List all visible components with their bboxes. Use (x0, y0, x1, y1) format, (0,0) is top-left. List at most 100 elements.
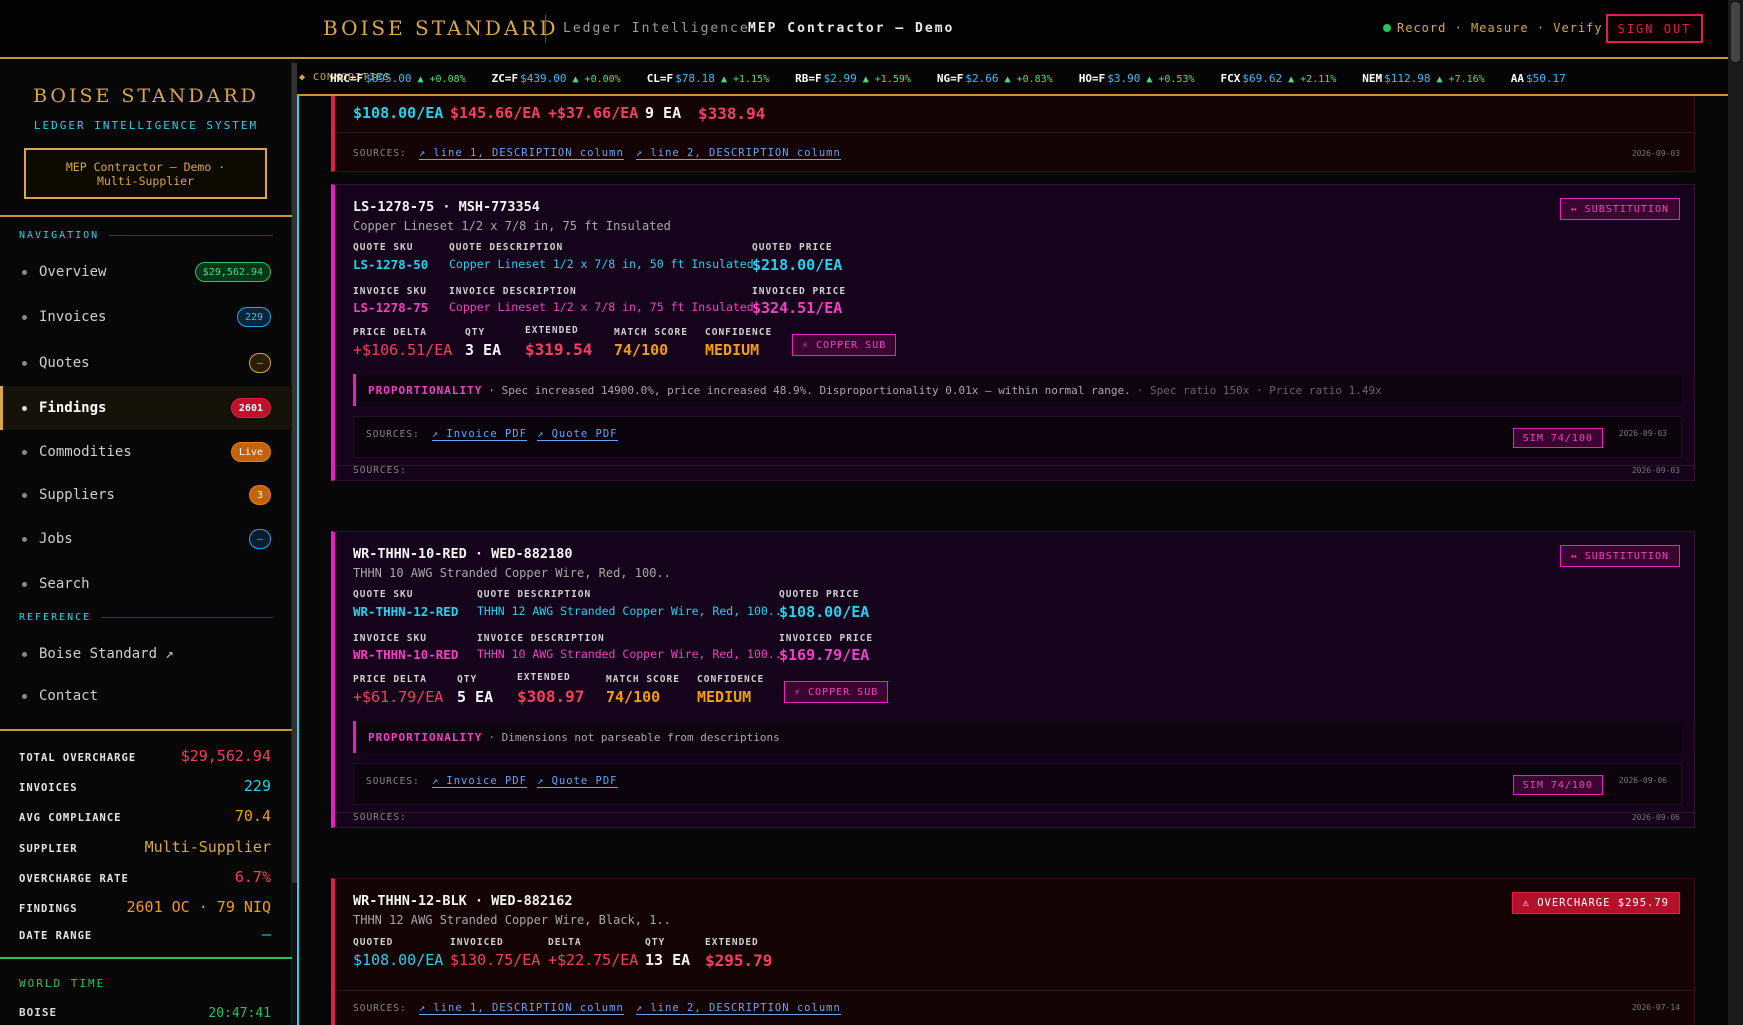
sidebar-item-commodities[interactable]: Commodities Live (0, 432, 292, 472)
quote-pdf-link[interactable]: ↗ Quote PDF (536, 428, 618, 441)
finding-date: 2026-09-06 (1631, 813, 1680, 822)
bullet-icon (22, 693, 27, 699)
proportionality-meta: · Spec ratio 150x · Price ratio 1.49x (1136, 383, 1382, 397)
invoice-pdf-link[interactable]: ↗ Invoice PDF (431, 428, 527, 441)
world-time-row: BOISE 20:47:41 (19, 1006, 271, 1021)
finding-date: 2026-07-14 (1631, 1003, 1680, 1012)
ticker-items: HRC=F $895.00 ▲ +0.08% ZC=F $439.00 ▲ +0.00% C… (330, 72, 1598, 85)
finding-card-overcharge[interactable]: $108.00/EA $145.66/EA +$37.66/EA 9 EA $3… (331, 96, 1695, 172)
quote-sku: WR-THHN-12-RED (353, 604, 459, 619)
invoice-pdf-link[interactable]: ↗ Invoice PDF (431, 775, 527, 788)
card-divider (335, 465, 1694, 466)
client-selector-line1: MEP Contractor — Demo · (65, 160, 226, 174)
finding-card-substitution[interactable]: LS-1278-75 · MSH-773354 Copper Lineset 1… (331, 184, 1695, 481)
sidebar-item-label: Contact (39, 688, 99, 704)
invoice-sku: LS-1278-75 (353, 300, 429, 315)
bullet-icon (22, 651, 27, 657)
top-bar: BOISE STANDARD Ledger Intelligence MEP C… (0, 0, 1728, 59)
ticker-symbol: CL=F (646, 72, 674, 85)
brand-logo[interactable]: BOISE STANDARD (323, 16, 559, 40)
sources-row: SOURCES: (353, 812, 407, 823)
bullet-icon (22, 449, 27, 455)
bullet-icon (22, 405, 27, 411)
ticker-symbol: NEM (1362, 72, 1383, 85)
finding-card-substitution[interactable]: WR-THHN-10-RED · WED-882180 THHN 10 AWG … (331, 531, 1695, 828)
sidebar-item-invoices[interactable]: Invoices 229 (0, 297, 292, 337)
nav-heading: NAVIGATION (19, 230, 273, 241)
sidebar-item-search[interactable]: Search (0, 564, 292, 604)
price-delta: +$61.79/EA (353, 688, 444, 706)
finding-date: 2026-09-03 (1631, 149, 1680, 158)
ticker-price: $2.66 (965, 72, 999, 85)
bullet-icon (22, 492, 27, 498)
stat-findings: FINDINGS 2601 OC · 79 NIQ (19, 898, 271, 916)
finding-title: WR-THHN-10-RED · WED-882180 (353, 546, 573, 562)
stat-supplier: SUPPLIER Multi-Supplier (19, 838, 271, 856)
stat-label: FINDINGS (19, 903, 78, 915)
invoiced-value: $130.75/EA (450, 951, 541, 969)
stat-value: 229 (243, 777, 271, 795)
source-link[interactable]: ↗ line 1, DESCRIPTION column (418, 1002, 624, 1015)
sidebar-item-overview[interactable]: Overview $29,562.94 (0, 252, 292, 292)
quote-pdf-link[interactable]: ↗ Quote PDF (536, 775, 618, 788)
sidebar-item-boise-standard[interactable]: Boise Standard ↗ (0, 634, 292, 674)
sidebar-divider (0, 957, 292, 959)
stat-value: Multi-Supplier (144, 838, 271, 856)
reference-heading: REFERENCE (19, 612, 273, 623)
ticker-symbol: RB=F (795, 72, 822, 85)
stat-value: 6.7% (234, 868, 271, 886)
sign-out-button[interactable]: SIGN OUT (1606, 14, 1703, 43)
status-text: Record · Measure · Verify (1397, 21, 1603, 35)
sidebar-brand: BOISE STANDARD (33, 85, 259, 107)
sidebar: BOISE STANDARD LEDGER INTELLIGENCE SYSTE… (0, 61, 292, 1025)
ticker-item: ZC=F $439.00 ▲ +0.00% (492, 72, 621, 85)
label: EXTENDED (517, 672, 571, 683)
page-scrollbar-thumb[interactable] (1731, 2, 1740, 62)
source-link[interactable]: ↗ line 1, DESCRIPTION column (418, 147, 624, 160)
quoted-value: $108.00/EA (353, 951, 444, 969)
label: EXTENDED (705, 937, 759, 948)
proportionality-label: PROPORTIONALITY (368, 730, 483, 744)
qty: 3 EA (465, 341, 502, 359)
sources-panel: SOURCES: ↗ Invoice PDF ↗ Quote PDF SIM 74/… (353, 763, 1682, 805)
ticker-change: ▲ +0.83% (1004, 74, 1053, 85)
source-link[interactable]: ↗ line 2, DESCRIPTION column (635, 147, 841, 160)
finding-title: LS-1278-75 · MSH-773354 (353, 199, 540, 215)
sidebar-item-findings[interactable]: Findings 2601 (0, 386, 292, 430)
sidebar-item-quotes[interactable]: Quotes — (0, 343, 292, 383)
finding-card-overcharge[interactable]: WR-THHN-12-BLK · WED-882162 THHN 12 AWG … (331, 878, 1695, 1025)
label: QTY (645, 937, 666, 948)
commodities-badge: Live (230, 442, 271, 462)
ticker-item: NG=F $2.66 ▲ +0.83% (937, 72, 1053, 85)
ticker-price: $2.99 (823, 72, 857, 85)
label: QUOTE DESCRIPTION (477, 589, 592, 600)
quote-sku: LS-1278-50 (353, 257, 429, 272)
finding-title: WR-THHN-12-BLK · WED-882162 (353, 893, 573, 909)
sidebar-item-jobs[interactable]: Jobs — (0, 519, 292, 559)
sidebar-item-suppliers[interactable]: Suppliers 3 (0, 475, 292, 515)
sidebar-item-label: Findings (39, 400, 107, 416)
sources-label: SOURCES: (353, 812, 407, 823)
sidebar-item-contact[interactable]: Contact (0, 676, 292, 716)
source-link[interactable]: ↗ line 2, DESCRIPTION column (635, 1002, 841, 1015)
match-score: 74/100 (606, 688, 661, 706)
quote-description: THHN 12 AWG Stranded Copper Wire, Red, 1… (477, 604, 782, 618)
ticker-price: $112.98 (1384, 72, 1431, 85)
invoice-description: THHN 10 AWG Stranded Copper Wire, Red, 1… (477, 647, 782, 661)
client-selector[interactable]: MEP Contractor — Demo · Multi-Supplier (24, 148, 267, 199)
findings-list[interactable]: $108.00/EA $145.66/EA +$37.66/EA 9 EA $3… (299, 96, 1728, 1025)
stat-value: 70.4 (234, 807, 271, 825)
sources-label: SOURCES: (366, 429, 420, 440)
price-delta: +$106.51/EA (353, 341, 453, 359)
jobs-badge: — (248, 529, 271, 549)
sidebar-divider (0, 215, 292, 217)
brand-divider (545, 15, 546, 43)
sources-row: SOURCES: ↗ Invoice PDF ↗ Quote PDF (366, 775, 618, 788)
stat-value: 2601 OC · 79 NIQ (126, 898, 272, 916)
label: INVOICED PRICE (779, 633, 874, 644)
stat-overcharge-rate: OVERCHARGE RATE 6.7% (19, 868, 271, 886)
ticker-symbol: ZC=F (491, 72, 519, 85)
sources-label: SOURCES: (366, 776, 420, 787)
label: CONFIDENCE (697, 674, 765, 685)
page-scrollbar[interactable] (1728, 0, 1743, 1025)
